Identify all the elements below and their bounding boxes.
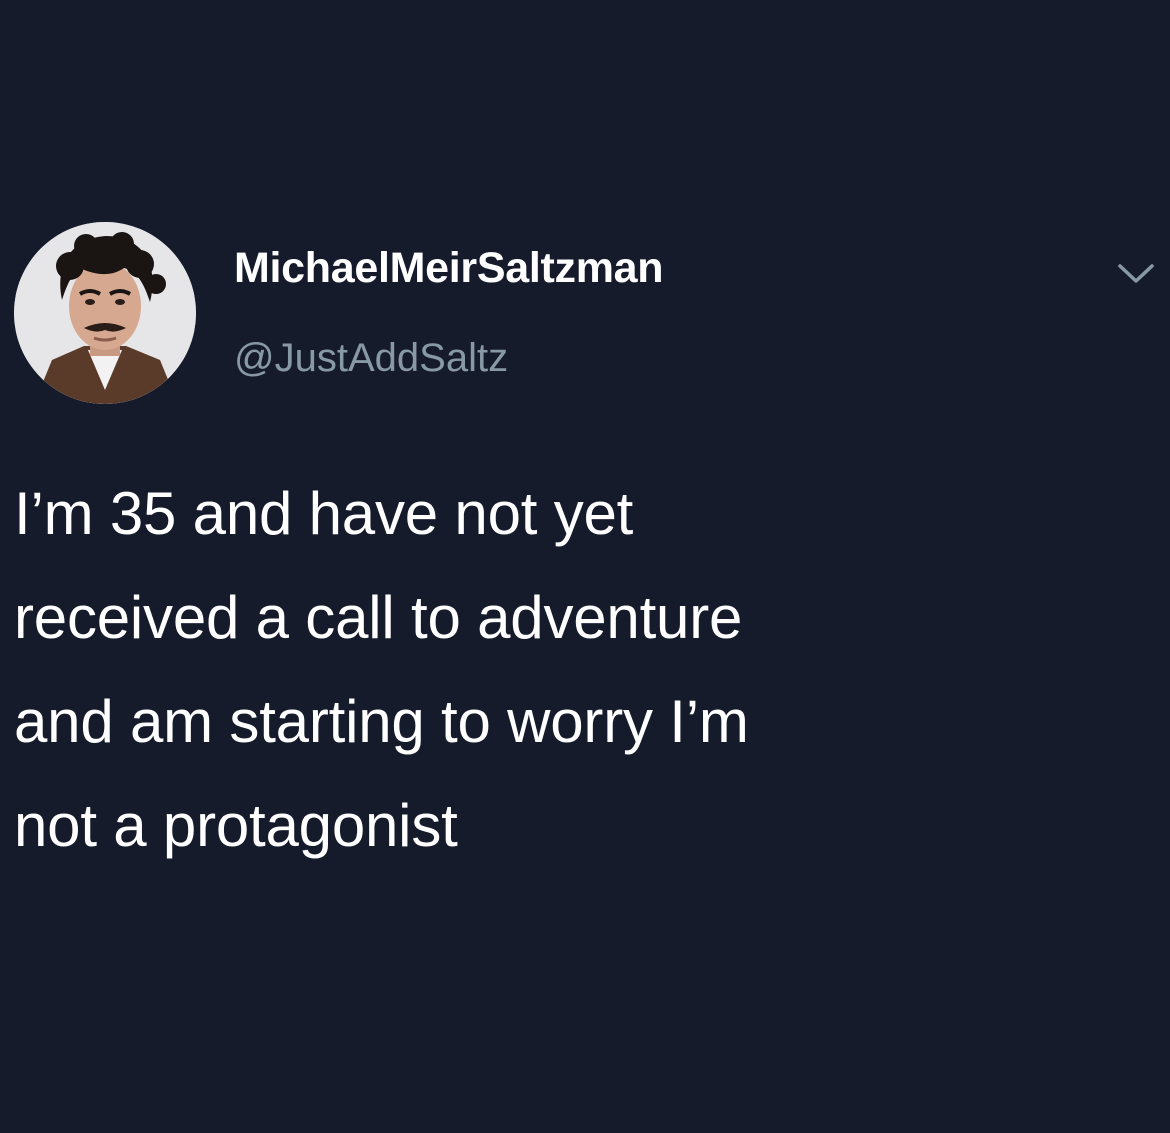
- avatar[interactable]: [14, 222, 196, 404]
- tweet-text: I’m 35 and have not yet received a call …: [14, 480, 749, 859]
- profile-photo-icon: [14, 222, 196, 404]
- user-handle[interactable]: @JustAddSaltz: [234, 336, 508, 381]
- chevron-down-icon[interactable]: [1116, 262, 1156, 286]
- display-name[interactable]: MichaelMeirSaltzman: [234, 244, 664, 293]
- tweet-card: MichaelMeirSaltzman @JustAddSaltz I’m 35…: [0, 0, 1170, 1133]
